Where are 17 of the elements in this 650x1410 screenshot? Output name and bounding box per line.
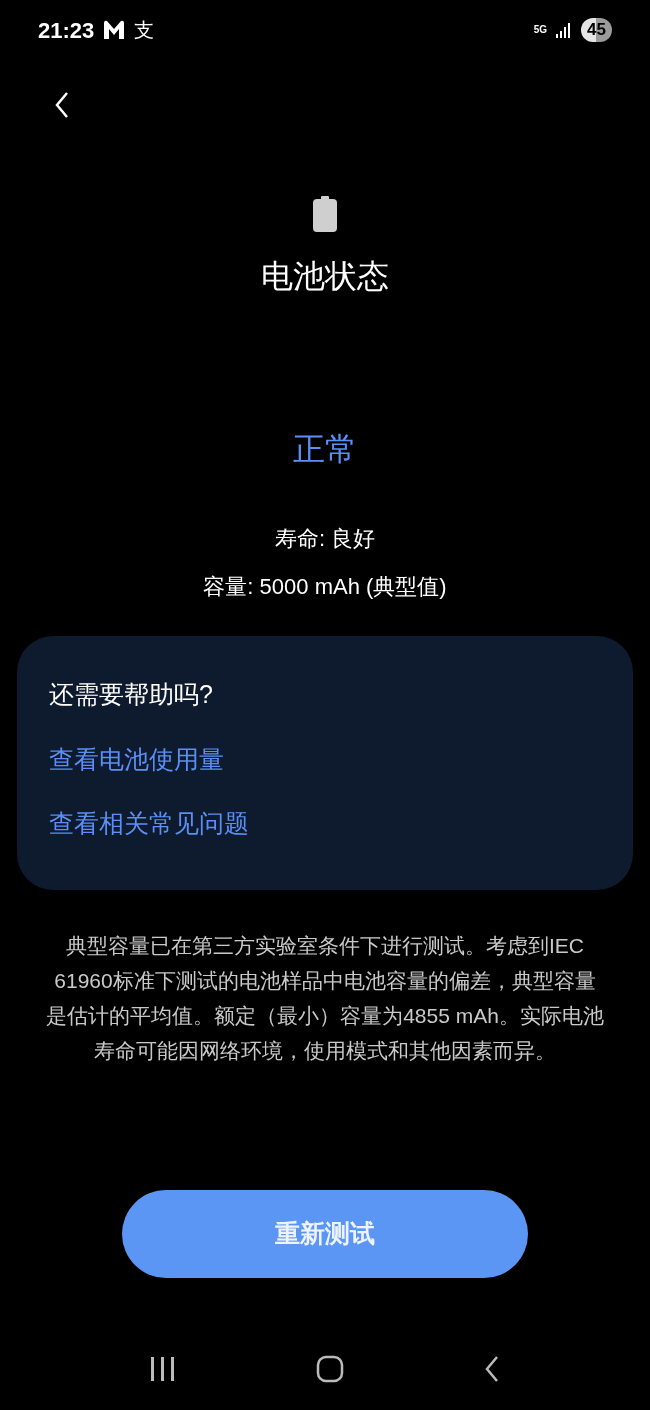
page-title: 电池状态 <box>261 257 389 296</box>
clock: 21:23 <box>38 16 95 45</box>
detail-text: 容量: 5000 mAh (典型值) <box>203 573 447 601</box>
help-link[interactable]: 查看相关常见问题 <box>49 803 249 843</box>
notification-glyph: 支 <box>134 18 155 43</box>
battery-indicator: 45 <box>581 18 612 42</box>
capacity-note: 典型容量已在第三方实验室条件下进行测试。考虑到IEC 61960标准下测试的电池样品中电池容量的偏差，典型容量是估计的平均值。额定（最小）容量为4855 mAh。实际电池寿命可能因网络环境，使用模式和其他因素而异。 <box>45 933 605 1064</box>
battery-status: 正常 <box>293 430 357 469</box>
home-icon[interactable] <box>316 1355 344 1383</box>
network-label: 5G <box>533 25 548 35</box>
recents-icon[interactable] <box>150 1357 176 1381</box>
battery-icon <box>313 196 337 232</box>
help-title: 还需要帮助吗? <box>49 679 214 710</box>
back-icon[interactable] <box>484 1355 500 1383</box>
detail-text: 寿命: 良好 <box>274 525 376 553</box>
m-app-icon <box>102 19 127 41</box>
help-link[interactable]: 查看电池使用量 <box>49 739 224 779</box>
